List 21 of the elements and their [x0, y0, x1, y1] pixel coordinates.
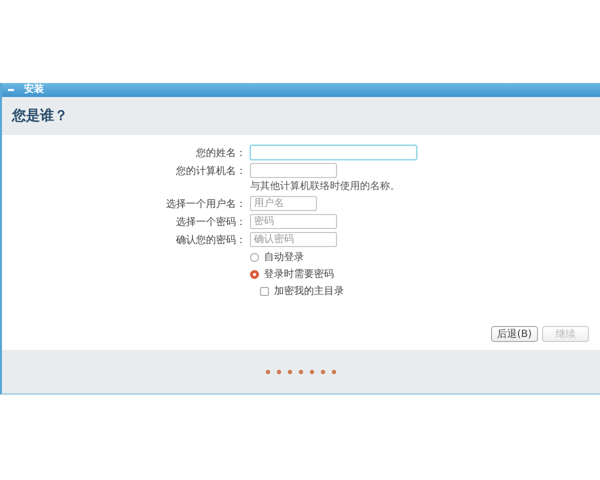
- field-label: 您的姓名：: [195, 146, 246, 160]
- radio-button[interactable]: [250, 252, 259, 262]
- page-title: 您是谁？: [12, 107, 68, 125]
- field-label: 选择一个用户名：: [165, 198, 246, 210]
- field-hint: 与其他计算机联络时使用的名称。: [250, 180, 401, 193]
- window-title: 安装: [24, 84, 44, 96]
- text-field[interactable]: 确认密码: [250, 232, 337, 247]
- radio-button[interactable]: [250, 270, 259, 278]
- field-label: 选择一个密码：: [175, 216, 246, 228]
- option-label: 加密我的主目录: [274, 284, 344, 298]
- step-dots-drawing: [265, 368, 337, 374]
- text-field[interactable]: [250, 145, 417, 160]
- text-field[interactable]: 密码: [250, 214, 337, 229]
- text-field[interactable]: 用户名: [250, 196, 317, 211]
- field-label: 您的计算机名：: [175, 164, 246, 178]
- text-field[interactable]: [250, 163, 337, 178]
- field-label: 确认您的密码：: [175, 234, 246, 246]
- checkbox[interactable]: [260, 286, 269, 296]
- option-label: 登录时需要密码: [264, 268, 334, 281]
- option-label: 自动登录: [264, 251, 304, 264]
- nav-button[interactable]: 后退(B): [491, 326, 538, 342]
